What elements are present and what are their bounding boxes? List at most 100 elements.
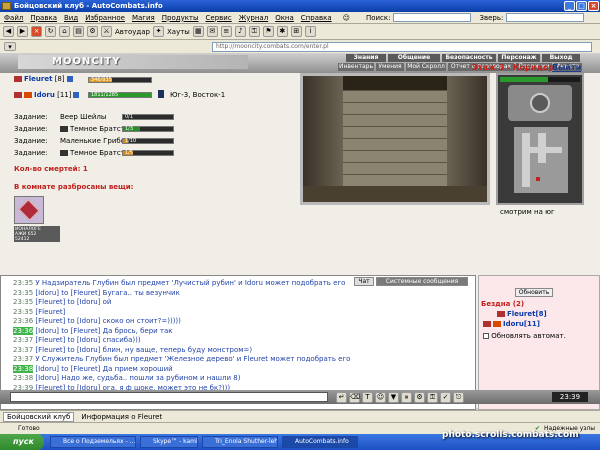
member-idoru[interactable]: Idoru[11] — [483, 320, 540, 328]
menu-help[interactable]: Справка — [301, 14, 332, 22]
player-name[interactable]: Idoru — [34, 91, 55, 99]
close-button[interactable]: × — [588, 1, 599, 11]
member-name[interactable]: Idoru[11] — [503, 320, 540, 328]
clear-icon[interactable]: ⌫ — [349, 392, 360, 403]
gear-icon[interactable]: ⚙ — [414, 392, 425, 403]
print-icon[interactable]: ▤ — [73, 26, 84, 37]
lock-icon[interactable]: ⚿ — [248, 26, 260, 37]
chat-time[interactable]: 23:38 — [13, 364, 34, 373]
stop-icon[interactable]: × — [31, 26, 42, 37]
chat-time[interactable]: 23:37 — [13, 355, 33, 363]
tab-chat[interactable]: Чат — [354, 277, 374, 286]
mail-icon[interactable]: ✉ — [206, 26, 218, 37]
url-input[interactable]: http://mooncity.combats.com/enter.pl — [212, 41, 592, 52]
menu-favorites[interactable]: Избранное — [85, 14, 125, 22]
nav-inventory[interactable]: Инвентарь — [338, 63, 374, 71]
chat-line[interactable]: 23:38 [Idoru] Надо же, судьба.. пошли за… — [13, 374, 240, 382]
player-name[interactable]: Fleuret — [24, 75, 52, 83]
tab-system-messages[interactable]: Системные сообщения — [376, 277, 468, 286]
map-icon[interactable]: ⊞ — [290, 26, 302, 37]
smiley-icon[interactable]: ☺ — [343, 14, 350, 22]
search-input[interactable] — [393, 13, 472, 22]
chat-line[interactable]: 23:37 У Служитель Глубин был предмет 'Же… — [13, 355, 350, 363]
taskbar-item-skype[interactable]: Skype™ - kambinzon — [140, 436, 198, 448]
auto-refresh-checkbox[interactable] — [483, 333, 489, 339]
chat-time[interactable]: 23:35 — [13, 279, 33, 287]
pause-icon[interactable]: ⏸ — [401, 392, 412, 403]
chat-line[interactable]: 23:36 [Fleuret] to [Idoru] скоко он стои… — [13, 317, 181, 325]
compass-icon[interactable] — [508, 85, 572, 121]
chart-icon[interactable]: ≡ — [220, 26, 232, 37]
player-idoru[interactable]: Idoru [11] — [14, 91, 80, 99]
back-icon[interactable]: ◀ — [3, 26, 14, 37]
grid-icon[interactable]: ▦ — [192, 26, 204, 37]
chat-line[interactable]: 23:35 У Надзиратель Глубин был предмет '… — [13, 279, 345, 287]
menu-magic[interactable]: Магия — [132, 14, 155, 22]
chat-time[interactable]: 23:36 — [13, 317, 33, 325]
chat-line[interactable]: 23:38 [Idoru] to [Fleuret] Да прием хоро… — [13, 364, 173, 373]
minimize-button[interactable]: _ — [564, 1, 575, 11]
forward-icon[interactable]: ▶ — [17, 26, 28, 37]
lock-icon[interactable]: ⚿ — [427, 392, 438, 403]
auto-refresh-row[interactable]: Обновлять автомат. — [483, 332, 566, 340]
chat-line[interactable]: 23:37 [Fleuret] to [Idoru] спасиба))) — [13, 336, 141, 344]
chat-line[interactable]: 23:35 [Idoru] to [Fleuret] Бугага.. ты в… — [13, 289, 180, 297]
menu-products[interactable]: Продукты — [162, 14, 199, 22]
chat-input[interactable] — [10, 392, 328, 402]
player-fleuret[interactable]: Fleuret [8] — [14, 75, 73, 83]
menu-journal[interactable]: Журнал — [239, 14, 268, 22]
ok-icon[interactable]: ✓ — [440, 392, 451, 403]
taskbar-item-dungeon[interactable]: Все о Подземельях - ... — [50, 436, 136, 448]
chat-time[interactable]: 23:38 — [13, 374, 33, 382]
exit-link[interactable]: Выйти — [552, 63, 581, 72]
menu-file[interactable]: Файл — [4, 14, 23, 22]
info-icon[interactable] — [66, 76, 73, 82]
maximize-button[interactable]: □ — [576, 1, 587, 11]
beast-input[interactable] — [506, 13, 585, 22]
hauty-icon[interactable]: ✦ — [153, 26, 164, 37]
nav-knowledge[interactable]: Знания — [346, 54, 386, 62]
nav-character[interactable]: Персонаж — [498, 54, 540, 62]
task-name[interactable]: Веер Шейлы — [60, 113, 106, 121]
gear-icon[interactable]: ✱ — [276, 26, 288, 37]
chat-line[interactable]: 23:35 [Fleuret] to [Idoru] ой — [13, 298, 111, 306]
nav-security[interactable]: Безопасность — [442, 54, 496, 62]
send-icon[interactable]: ↵ — [336, 392, 347, 403]
tab-fleuret-info[interactable]: Информация о Fleuret — [78, 413, 165, 421]
home-icon[interactable]: ⌂ — [59, 26, 70, 37]
chat-line[interactable]: 23:37 [Fleuret] to [Idoru] блин, ну ваще… — [13, 346, 252, 354]
chat-line[interactable]: 23:35 [Fleuret] — [13, 308, 65, 316]
nav-exit[interactable]: Выход — [542, 54, 580, 62]
menu-view[interactable]: Вид — [64, 14, 78, 22]
smiles-icon[interactable]: ☺ — [375, 392, 386, 403]
floor-item[interactable] — [14, 196, 44, 224]
chat-time[interactable]: 23:37 — [13, 336, 33, 344]
menu-windows[interactable]: Окна — [275, 14, 294, 22]
chat-time[interactable]: 23:35 — [13, 289, 33, 297]
member-fleuret[interactable]: Fleuret[8] — [497, 310, 547, 318]
chat-time[interactable]: 23:35 — [13, 298, 33, 306]
dropdown-icon[interactable]: ▾ — [4, 42, 16, 51]
hauty-button[interactable]: Хауты — [167, 28, 190, 36]
sound-icon[interactable]: ♪ — [234, 26, 246, 37]
nav-social[interactable]: Общение — [388, 54, 440, 62]
nav-myscroll[interactable]: Мой Скролл — [406, 63, 446, 71]
menu-service[interactable]: Сервис — [206, 14, 232, 22]
chat-time[interactable]: 23:37 — [13, 346, 33, 354]
dungeon-view[interactable] — [300, 73, 490, 205]
flag-icon[interactable]: ⚑ — [262, 26, 274, 37]
info-icon[interactable] — [73, 92, 80, 98]
refresh-icon[interactable]: ↻ — [45, 26, 56, 37]
info-icon[interactable]: i — [304, 26, 316, 37]
start-button[interactable]: пуск — [0, 434, 44, 450]
taskbar-item-tri[interactable]: Tri_Enola Shuther-leh... — [202, 436, 278, 448]
tab-fight-club[interactable]: Бойцовский клуб — [3, 411, 75, 422]
tools-icon[interactable]: ⚙ — [87, 26, 98, 37]
autoudar-icon[interactable]: ⚔ — [101, 26, 112, 37]
translit-icon[interactable]: T — [362, 392, 373, 403]
chat-time[interactable]: 23:35 — [13, 308, 33, 316]
chat-line[interactable]: 23:36 [Idoru] to [Fleuret] Да брось, бер… — [13, 326, 173, 335]
taskbar-item-autocombats[interactable]: AutoCombats.info — [282, 436, 358, 448]
menu-edit[interactable]: Правка — [30, 14, 57, 22]
chat-time[interactable]: 23:36 — [13, 326, 34, 335]
